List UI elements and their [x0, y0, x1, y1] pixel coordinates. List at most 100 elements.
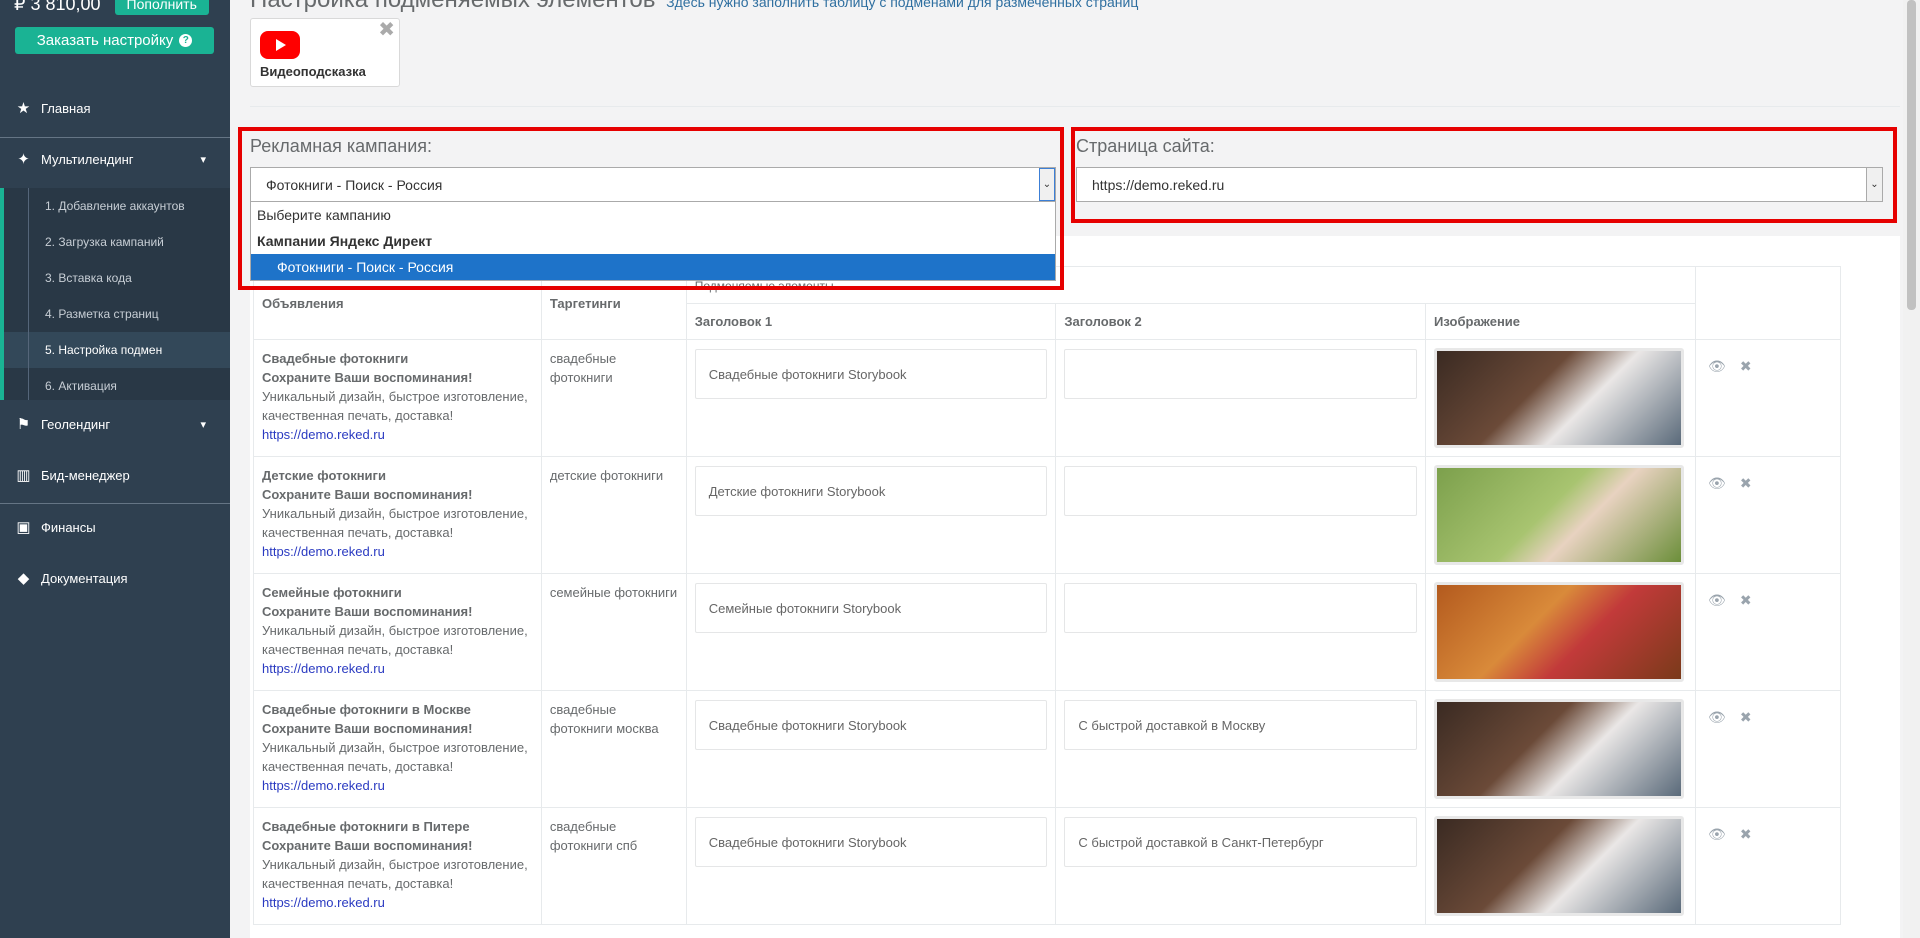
- eye-icon[interactable]: 👁: [1708, 709, 1726, 725]
- h1-input[interactable]: Свадебные фотокниги Storybook: [694, 700, 1048, 750]
- money-icon: ▣: [16, 519, 31, 536]
- h1-cell: Свадебные фотокниги Storybook: [685, 807, 1057, 925]
- divider: [250, 106, 1900, 107]
- close-icon[interactable]: ✖: [1740, 709, 1752, 725]
- ad-subtitle: Сохраните Ваши воспоминания!: [262, 604, 473, 619]
- campaign-selected-value: Фотокниги - Поиск - Россия: [266, 176, 443, 193]
- close-icon[interactable]: ✖: [1740, 475, 1752, 491]
- h1-input[interactable]: Свадебные фотокниги Storybook: [694, 817, 1048, 867]
- h2-cell: [1055, 573, 1427, 691]
- image-thumbnail[interactable]: [1434, 348, 1685, 448]
- ad-link[interactable]: https://demo.reked.ru: [262, 542, 533, 561]
- targeting-cell: семейные фотокниги: [540, 573, 687, 691]
- ad-text: Уникальный дизайн, быстрое изготовление,…: [262, 389, 528, 423]
- ad-title: Детские фотокниги: [262, 468, 386, 483]
- ad-subtitle: Сохраните Ваши воспоминания!: [262, 721, 473, 736]
- page-select[interactable]: https://demo.reked.ru ⌄: [1076, 167, 1883, 202]
- sub-item-insert-code[interactable]: 3. Вставка кода: [4, 260, 230, 296]
- targeting-cell: свадебные фотокниги москва: [540, 690, 687, 808]
- h2-input[interactable]: С быстрой доставкой в Москву: [1064, 700, 1418, 750]
- ad-link[interactable]: https://demo.reked.ru: [262, 893, 533, 912]
- ad-link[interactable]: https://demo.reked.ru: [262, 776, 533, 795]
- h2-input[interactable]: [1064, 466, 1418, 516]
- topup-button[interactable]: Пополнить: [114, 0, 209, 15]
- balance-row: ₽ 3 810,00 Пополнить: [14, 0, 209, 16]
- h1-input[interactable]: Детские фотокниги Storybook: [694, 466, 1048, 516]
- chevron-down-icon[interactable]: ⌄: [1866, 168, 1882, 201]
- youtube-icon: [260, 31, 300, 59]
- actions-cell: 👁 ✖: [1695, 339, 1841, 457]
- sub-item-page-markup[interactable]: 4. Разметка страниц: [4, 296, 230, 332]
- image-thumbnail[interactable]: [1434, 699, 1685, 799]
- close-icon[interactable]: ✖: [1740, 826, 1752, 842]
- image-thumbnail[interactable]: [1434, 816, 1685, 916]
- ad-text: Уникальный дизайн, быстрое изготовление,…: [262, 857, 528, 891]
- h2-cell: [1055, 456, 1427, 574]
- actions-cell: 👁 ✖: [1695, 573, 1841, 691]
- scrollbar[interactable]: [1903, 0, 1920, 938]
- nav-bid-manager[interactable]: ▥ Бид-менеджер: [0, 450, 230, 500]
- nav-docs-label: Документация: [41, 570, 128, 586]
- eye-icon[interactable]: 👁: [1708, 475, 1726, 491]
- order-setup-button[interactable]: Заказать настройку ?: [15, 27, 214, 54]
- sidebar: ₽ 3 810,00 Пополнить Заказать настройку …: [0, 0, 230, 938]
- ad-subtitle: Сохраните Ваши воспоминания!: [262, 838, 473, 853]
- h2-input[interactable]: [1064, 349, 1418, 399]
- campaign-select[interactable]: Фотокниги - Поиск - Россия ⌄: [250, 167, 1056, 202]
- campaign-option-placeholder[interactable]: Выберите кампанию: [251, 202, 1055, 228]
- nav-finance[interactable]: ▣ Финансы: [0, 502, 230, 552]
- eye-icon[interactable]: 👁: [1708, 358, 1726, 374]
- ad-cell: Свадебные фотокниги в Питере Сохраните Ва…: [253, 807, 542, 925]
- nav-docs[interactable]: ◆ Документация: [0, 553, 230, 603]
- page-title: Настройка подменяемых элементов Здесь ну…: [250, 0, 1138, 14]
- video-hint-card[interactable]: ✖ Видеоподсказка: [250, 18, 400, 87]
- close-icon[interactable]: ✖: [1740, 592, 1752, 608]
- sub-item-substitution-setup[interactable]: 5. Настройка подмен: [4, 332, 230, 368]
- scrollbar-thumb[interactable]: [1907, 0, 1916, 310]
- h1-input[interactable]: Свадебные фотокниги Storybook: [694, 349, 1048, 399]
- chevron-down-icon: ▾: [200, 418, 206, 431]
- targeting-cell: свадебные фотокниги спб: [540, 807, 687, 925]
- h1-input[interactable]: Семейные фотокниги Storybook: [694, 583, 1048, 633]
- order-setup-label: Заказать настройку: [36, 32, 174, 49]
- ad-text: Уникальный дизайн, быстрое изготовление,…: [262, 740, 528, 774]
- ad-link[interactable]: https://demo.reked.ru: [262, 659, 533, 678]
- eye-icon[interactable]: 👁: [1708, 592, 1726, 608]
- nav-home[interactable]: ★ Главная: [0, 83, 230, 133]
- image-cell: [1425, 807, 1697, 925]
- page-title-text: Настройка подменяемых элементов: [250, 0, 656, 13]
- ad-title: Семейные фотокниги: [262, 585, 402, 600]
- sub-item-add-accounts[interactable]: 1. Добавление аккаунтов: [4, 188, 230, 224]
- nav-bid-manager-label: Бид-менеджер: [41, 467, 130, 483]
- h2-input[interactable]: С быстрой доставкой в Санкт-Петербург: [1064, 817, 1418, 867]
- actions-cell: 👁 ✖: [1695, 456, 1841, 574]
- chevron-down-icon[interactable]: ⌄: [1039, 168, 1055, 201]
- flag-icon: ⚑: [16, 416, 31, 433]
- h1-cell: Свадебные фотокниги Storybook: [685, 690, 1057, 808]
- nav-multilanding-label: Мультилендинг: [41, 151, 134, 167]
- close-icon[interactable]: ✖: [378, 17, 395, 42]
- image-cell: [1425, 339, 1697, 457]
- ad-text: Уникальный дизайн, быстрое изготовление,…: [262, 623, 528, 657]
- nav-finance-label: Финансы: [41, 519, 96, 535]
- ad-link[interactable]: https://demo.reked.ru: [262, 425, 533, 444]
- h2-input[interactable]: [1064, 583, 1418, 633]
- table-row: Детские фотокниги Сохраните Ваши воспомин…: [253, 456, 1841, 574]
- eye-icon[interactable]: 👁: [1708, 826, 1726, 842]
- campaign-option-item[interactable]: Фотокниги - Поиск - Россия: [251, 254, 1055, 280]
- image-thumbnail[interactable]: [1434, 465, 1685, 565]
- nav-geolanding[interactable]: ⚑ Геолендинг ▾: [0, 399, 230, 449]
- close-icon[interactable]: ✖: [1740, 358, 1752, 374]
- submenu-line: [28, 188, 29, 400]
- page-label: Страница сайта:: [1076, 136, 1215, 156]
- nav-home-label: Главная: [41, 100, 91, 116]
- balance-value: ₽ 3 810,00: [14, 0, 101, 14]
- image-thumbnail[interactable]: [1434, 582, 1685, 682]
- ad-cell: Семейные фотокниги Сохраните Ваши воспоми…: [253, 573, 542, 691]
- nav-multilanding[interactable]: ✦ Мультилендинг ▾: [0, 134, 230, 184]
- table-row: Семейные фотокниги Сохраните Ваши воспоми…: [253, 573, 1841, 691]
- actions-cell: 👁 ✖: [1695, 807, 1841, 925]
- sub-item-load-campaigns[interactable]: 2. Загрузка кампаний: [4, 224, 230, 260]
- ad-title: Свадебные фотокниги в Москве: [262, 702, 471, 717]
- targeting-cell: детские фотокниги: [540, 456, 687, 574]
